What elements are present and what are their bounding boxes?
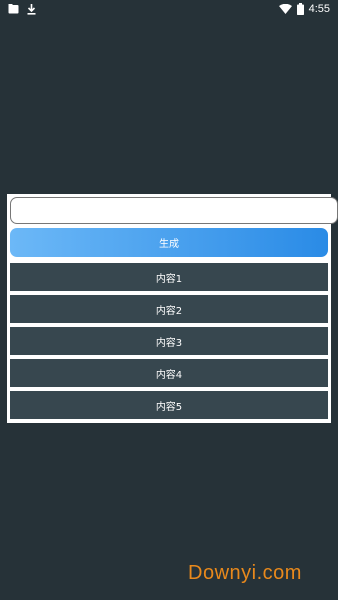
list-item-label: 内容2: [155, 305, 183, 317]
list-item-label: 内容4: [155, 369, 183, 381]
list-item-4[interactable]: 内容4: [10, 359, 328, 387]
list-item-label: 内容5: [155, 401, 183, 413]
list-item-label: 内容1: [155, 273, 183, 285]
list-item-3[interactable]: 内容3: [10, 327, 328, 355]
battery-icon: [296, 3, 304, 15]
status-bar-left: [8, 3, 36, 15]
list-item-5[interactable]: 内容5: [10, 391, 328, 419]
watermark-text: Downyi.com: [188, 562, 302, 584]
wifi-icon: [278, 4, 292, 14]
list-item-1[interactable]: 内容1: [10, 263, 328, 291]
generate-button[interactable]: 生成: [10, 228, 328, 257]
generator-dialog: 生成 内容1 内容2 内容3 内容4 内容5: [7, 194, 338, 423]
generate-button-label: 生成: [159, 239, 179, 250]
list-item-2[interactable]: 内容2: [10, 295, 328, 323]
status-time: 4:55: [308, 3, 330, 15]
text-input[interactable]: [10, 197, 338, 224]
status-bar-right: 4:55: [278, 2, 330, 16]
status-bar: 4:55: [0, 0, 338, 18]
download-icon: [27, 3, 36, 15]
list-item-label: 内容3: [155, 337, 183, 349]
notification-icon: [8, 4, 19, 14]
